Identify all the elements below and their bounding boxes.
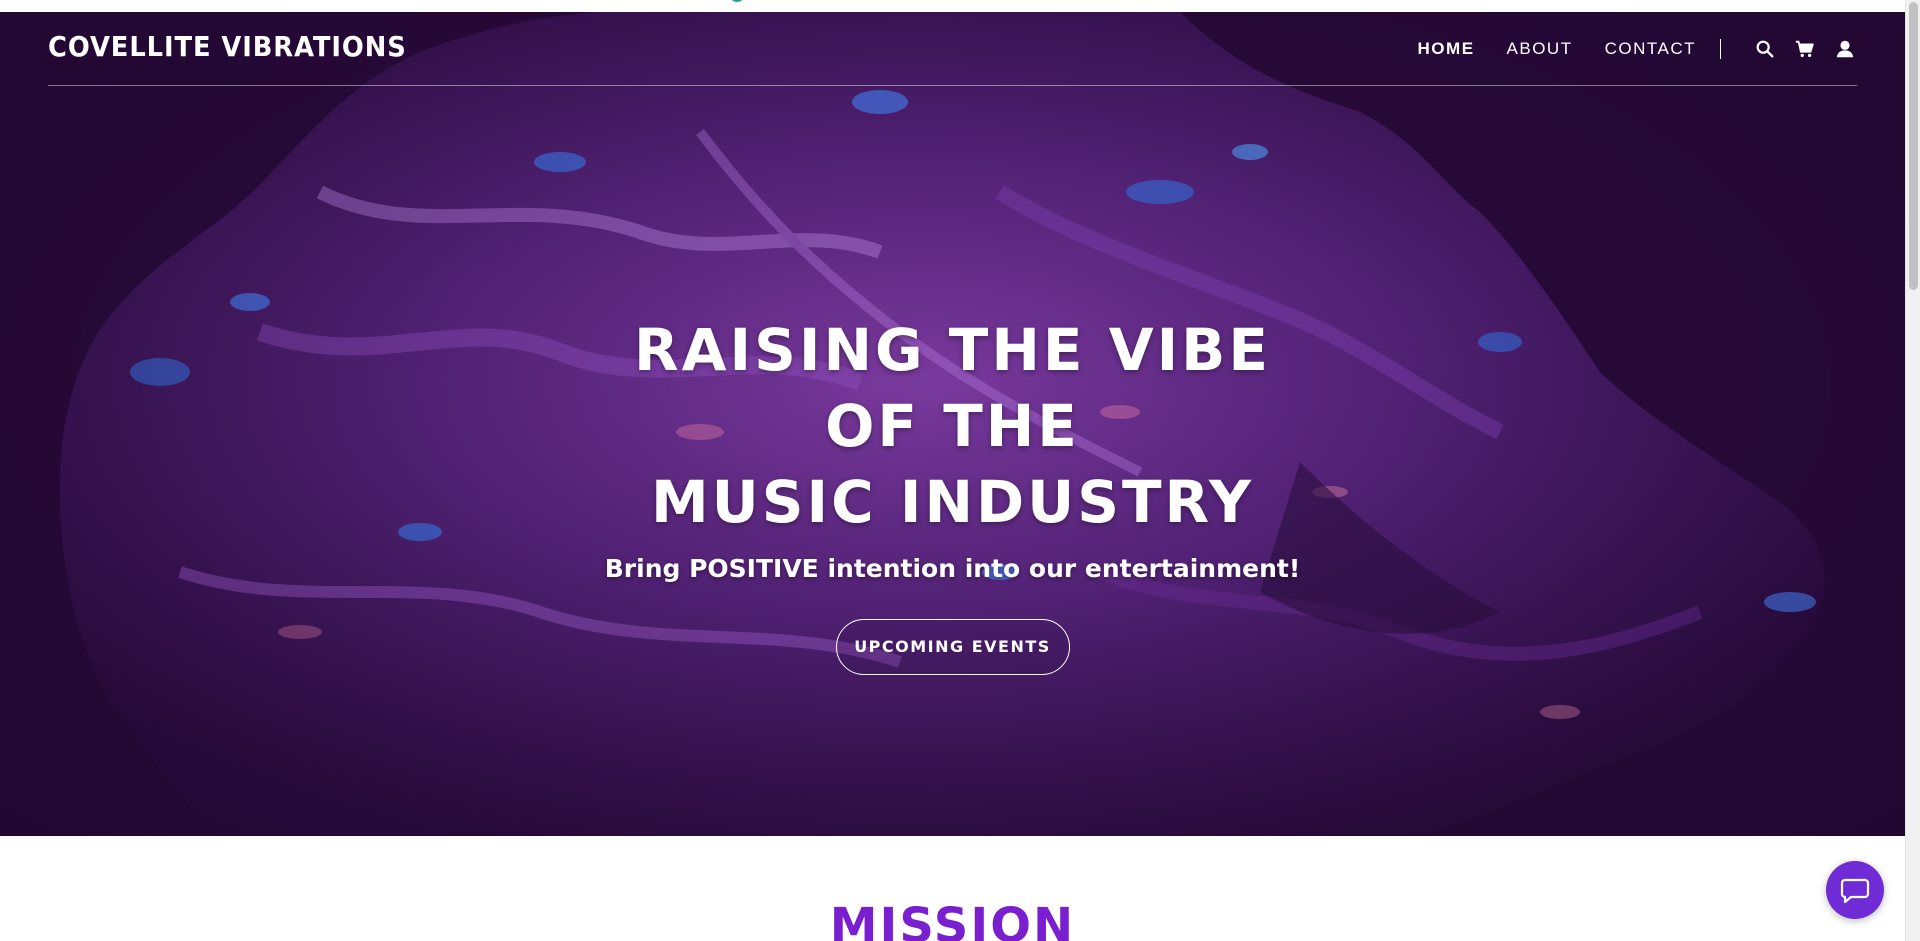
nav-item-about[interactable]: ABOUT: [1507, 39, 1573, 59]
hero-section: RAISING THE VIBE OF THE MUSIC INDUSTRY B…: [0, 12, 1905, 836]
main-nav: HOME ABOUT CONTACT: [1386, 32, 1857, 66]
top-strip: [0, 0, 1905, 12]
chat-button[interactable]: [1826, 861, 1884, 919]
hero-title-line-1: RAISING THE VIBE OF THE: [633, 316, 1272, 460]
nav-divider: [1720, 39, 1721, 59]
mission-title: MISSION: [829, 898, 1076, 941]
loading-indicator: [731, 0, 743, 2]
nav-item-home[interactable]: HOME: [1418, 39, 1475, 59]
viewport: RAISING THE VIBE OF THE MUSIC INDUSTRY B…: [0, 0, 1905, 941]
site-header: COVELLITE VIBRATIONS HOME ABOUT CONTACT: [48, 12, 1857, 86]
search-icon[interactable]: [1753, 37, 1777, 61]
scrollbar-thumb[interactable]: [1909, 2, 1918, 290]
hero-title-line-2: MUSIC INDUSTRY: [650, 468, 1255, 536]
page-scrollbar[interactable]: [1905, 0, 1920, 941]
account-icon[interactable]: [1833, 37, 1857, 61]
hero-subtitle: Bring POSITIVE intention into our entert…: [604, 554, 1301, 583]
nav-item-contact[interactable]: CONTACT: [1605, 39, 1696, 59]
mission-section: MISSION: [0, 836, 1905, 941]
hero-content: RAISING THE VIBE OF THE MUSIC INDUSTRY B…: [0, 312, 1905, 675]
page: RAISING THE VIBE OF THE MUSIC INDUSTRY B…: [0, 0, 1920, 941]
chat-icon: [1840, 878, 1870, 904]
upcoming-events-button[interactable]: UPCOMING EVENTS: [835, 619, 1070, 675]
site-logo[interactable]: COVELLITE VIBRATIONS: [48, 30, 407, 63]
cart-icon[interactable]: [1793, 37, 1817, 61]
hero-title: RAISING THE VIBE OF THE MUSIC INDUSTRY: [633, 312, 1273, 540]
